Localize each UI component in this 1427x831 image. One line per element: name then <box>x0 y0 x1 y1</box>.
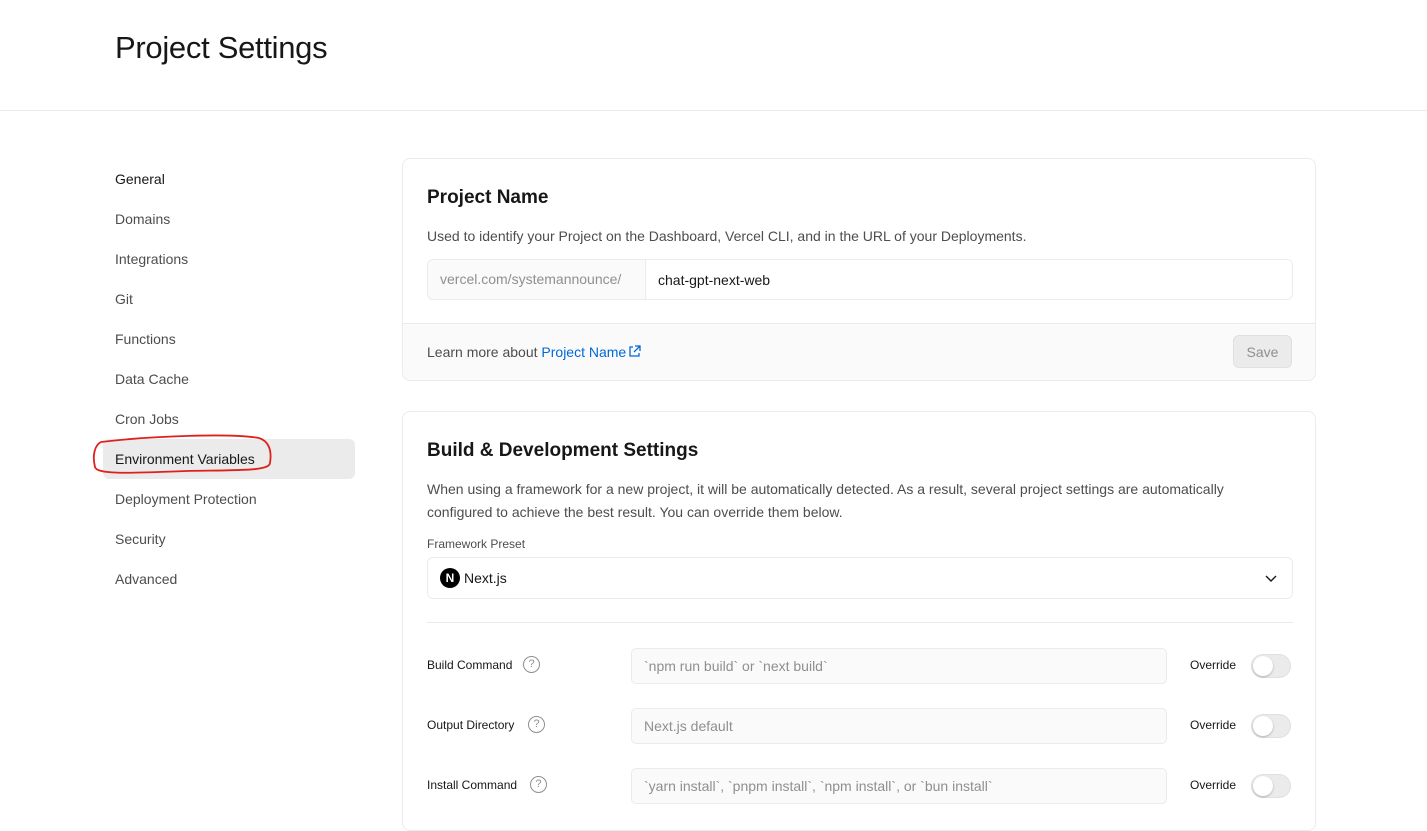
project-name-input[interactable] <box>646 260 1292 299</box>
project-name-card: Project Name Used to identify your Proje… <box>402 158 1316 381</box>
save-button[interactable]: Save <box>1233 335 1292 368</box>
output-directory-row: Output Directory ? Override <box>403 708 1315 744</box>
sidebar-item-git[interactable]: Git <box>103 279 355 319</box>
footer-prefix-text: Learn more about <box>427 344 542 360</box>
toggle-knob <box>1253 716 1273 736</box>
build-command-override-toggle[interactable] <box>1251 654 1291 678</box>
help-icon[interactable]: ? <box>530 776 547 793</box>
nextjs-logo-icon: N <box>440 568 460 588</box>
card-title: Project Name <box>427 187 549 208</box>
build-settings-card: Build & Development Settings When using … <box>402 411 1316 831</box>
link-label: Project Name <box>541 344 627 360</box>
page-header: Project Settings <box>0 0 1427 111</box>
card-description: Used to identify your Project on the Das… <box>427 228 1027 244</box>
install-command-input[interactable] <box>631 768 1167 804</box>
sidebar-item-integrations[interactable]: Integrations <box>103 239 355 279</box>
framework-preset-value: Next.js <box>464 570 507 586</box>
chevron-down-icon <box>1265 575 1277 582</box>
sidebar-item-environment-variables[interactable]: Environment Variables <box>92 434 355 479</box>
build-command-label: Build Command <box>427 658 513 672</box>
help-icon[interactable]: ? <box>528 716 545 733</box>
override-label: Override <box>1190 778 1237 792</box>
toggle-knob <box>1253 776 1273 796</box>
install-command-row: Install Command ? Override <box>403 768 1315 804</box>
card-description-line2: configured to achieve the best result. Y… <box>427 504 843 520</box>
footer-text: Learn more about Project Name <box>427 344 641 360</box>
sidebar-item-label: Environment Variables <box>115 451 255 467</box>
override-label: Override <box>1190 658 1237 672</box>
help-icon[interactable]: ? <box>523 656 540 673</box>
toggle-knob <box>1253 656 1273 676</box>
project-name-docs-link[interactable]: Project Name <box>541 344 641 360</box>
url-prefix: vercel.com/systemannounce/ <box>428 260 646 299</box>
divider <box>427 622 1293 623</box>
card-description-line1: When using a framework for a new project… <box>427 481 1224 497</box>
card-title: Build & Development Settings <box>427 440 699 461</box>
sidebar-item-functions[interactable]: Functions <box>103 319 355 359</box>
output-directory-override-toggle[interactable] <box>1251 714 1291 738</box>
output-directory-input[interactable] <box>631 708 1167 744</box>
override-label: Override <box>1190 718 1237 732</box>
install-command-label: Install Command <box>427 778 518 792</box>
output-directory-label: Output Directory <box>427 718 515 732</box>
sidebar-item-data-cache[interactable]: Data Cache <box>103 359 355 399</box>
framework-preset-select[interactable]: N Next.js <box>427 557 1293 599</box>
sidebar-item-advanced[interactable]: Advanced <box>103 559 355 599</box>
framework-preset-label: Framework Preset <box>427 537 526 551</box>
sidebar-item-domains[interactable]: Domains <box>103 199 355 239</box>
build-command-input[interactable] <box>631 648 1167 684</box>
page-title: Project Settings <box>115 30 328 65</box>
settings-sidebar: General Domains Integrations Git Functio… <box>92 159 355 599</box>
sidebar-item-general[interactable]: General <box>103 159 355 199</box>
install-command-override-toggle[interactable] <box>1251 774 1291 798</box>
card-footer: Learn more about Project Name Save <box>403 323 1315 380</box>
sidebar-item-security[interactable]: Security <box>103 519 355 559</box>
sidebar-item-deployment-protection[interactable]: Deployment Protection <box>103 479 355 519</box>
project-name-field: vercel.com/systemannounce/ <box>427 259 1293 300</box>
sidebar-item-cron-jobs[interactable]: Cron Jobs <box>103 399 355 439</box>
build-command-row: Build Command ? Override <box>403 648 1315 684</box>
external-link-icon <box>629 345 641 357</box>
